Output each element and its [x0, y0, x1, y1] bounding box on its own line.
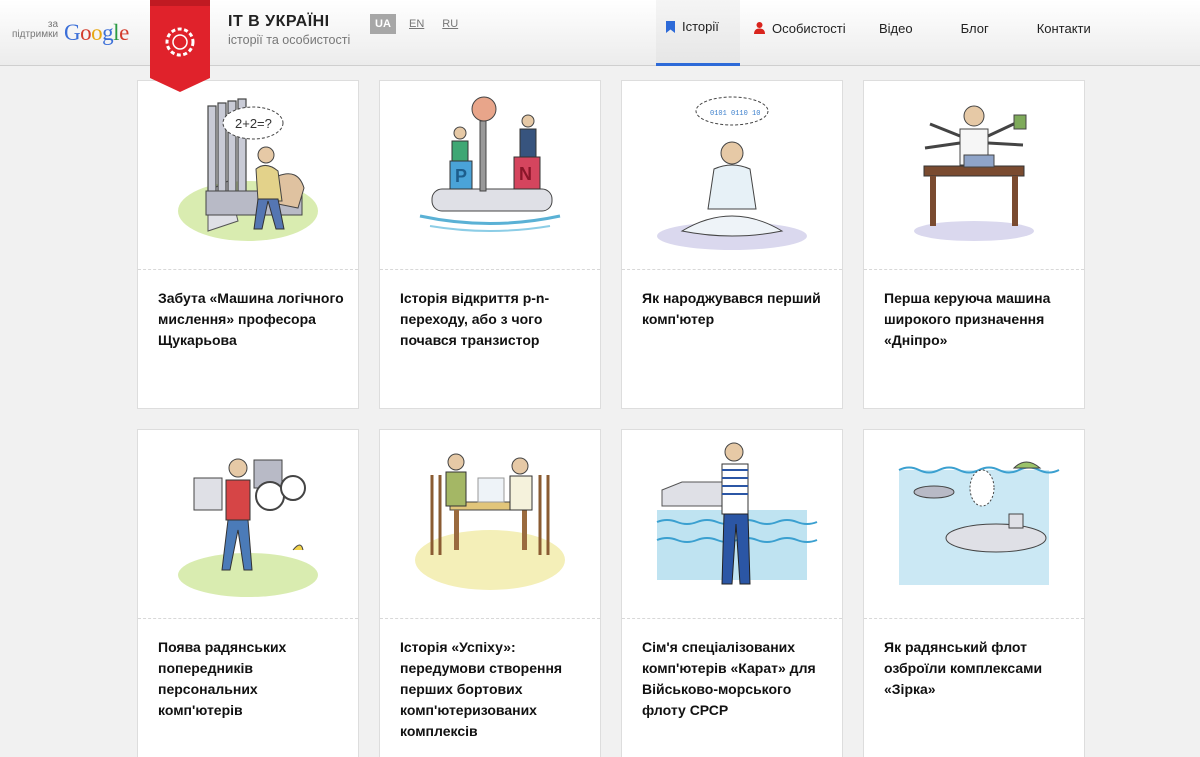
card-title[interactable]: Як радянський флот озброїли комплексами … [884, 637, 1070, 700]
card-title[interactable]: Сім'я спеціалізованих комп'ютерів «Карат… [642, 637, 828, 721]
card-title[interactable]: Історія «Успіху»: передумови створення п… [400, 637, 586, 742]
portable-computer-man-illustration[interactable] [138, 430, 358, 619]
site-title[interactable]: IT В УКРАЇНІ [228, 13, 330, 31]
nav-item-video[interactable]: Відео [848, 0, 927, 66]
lang-ru[interactable]: RU [437, 14, 463, 34]
nav-item-blog[interactable]: Блог [927, 0, 1003, 66]
chess-players-illustration[interactable] [380, 430, 600, 619]
svg-text:0101 0110 10: 0101 0110 10 [710, 110, 760, 118]
n-letter: N [519, 164, 532, 184]
nav-label: Історії [682, 19, 719, 34]
main-nav: Історії Особистості Відео Блог Контакти [656, 0, 1105, 66]
nav-label: Особистості [772, 20, 846, 36]
multi-armed-worker-illustration[interactable] [864, 81, 1084, 270]
thought-text: 2+2=? [235, 116, 272, 131]
story-card[interactable]: Перша керуюча машина широкого призначенн… [863, 80, 1085, 409]
card-title[interactable]: Забута «Машина логічного мислення» профе… [158, 288, 344, 351]
card-title[interactable]: Історія відкриття p-n-переходу, або з чо… [400, 288, 586, 351]
story-card[interactable]: 0101 0110 10 Як народжувався перший комп… [621, 80, 843, 409]
story-card[interactable]: 2+2=? Забута «Машина логічного мислення»… [137, 80, 359, 409]
bookmark-icon [666, 20, 675, 33]
meditating-man-illustration[interactable]: 0101 0110 10 [622, 81, 842, 270]
language-switcher: UA EN RU [370, 14, 463, 34]
card-title[interactable]: Як народжувався перший комп'ютер [642, 288, 828, 330]
google-logo: Google [64, 20, 129, 45]
nav-item-contacts[interactable]: Контакти [1003, 0, 1105, 66]
pn-junction-illustration[interactable]: P N [380, 81, 600, 270]
story-card[interactable]: Історія «Успіху»: передумови створення п… [379, 429, 601, 757]
support-label: за підтримки [12, 19, 59, 40]
card-title[interactable]: Перша керуюча машина широкого призначенн… [884, 288, 1070, 351]
nav-item-stories[interactable]: Історії [656, 0, 740, 66]
lang-ua[interactable]: UA [370, 14, 396, 34]
story-card[interactable]: P N Історія відкриття p-n-переходу, або … [379, 80, 601, 409]
site-subtitle: історії та особистості [228, 33, 351, 47]
site-logo-ribbon[interactable] [150, 0, 210, 92]
nav-item-personalities[interactable]: Особистості [740, 0, 848, 66]
sailor-illustration[interactable] [622, 430, 842, 619]
card-title[interactable]: Поява радянських попередників персональн… [158, 637, 344, 721]
lang-en[interactable]: EN [404, 14, 429, 34]
story-card[interactable]: Як радянський флот озброїли комплексами … [863, 429, 1085, 757]
google-support-block[interactable]: за підтримки Google [12, 16, 129, 46]
thinking-machine-illustration[interactable]: 2+2=? [138, 81, 358, 270]
story-card[interactable]: Поява радянських попередників персональн… [137, 429, 359, 757]
p-letter: P [455, 166, 467, 186]
submarine-illustration[interactable] [864, 430, 1084, 619]
person-icon [754, 22, 765, 34]
story-card[interactable]: Сім'я спеціалізованих комп'ютерів «Карат… [621, 429, 843, 757]
